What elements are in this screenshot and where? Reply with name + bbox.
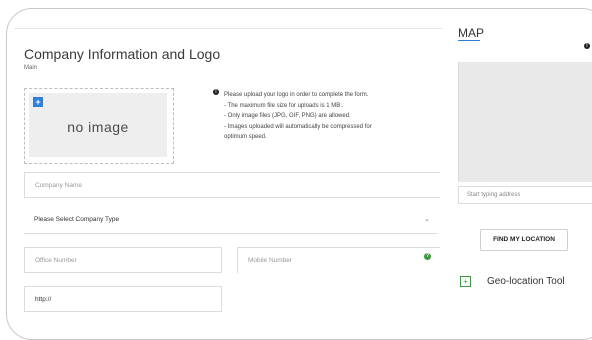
- logo-upload-area[interactable]: + no image: [24, 88, 174, 164]
- info-icon[interactable]: !: [213, 89, 219, 95]
- help-line: - Only image files (JPG, GIF, PNG) are a…: [224, 113, 351, 119]
- website-input[interactable]: http://: [24, 286, 222, 312]
- logo-preview: + no image: [29, 93, 167, 157]
- company-name-input[interactable]: Company Name: [24, 172, 440, 198]
- divider: [14, 28, 442, 29]
- upload-help-text: Please upload your logo in order to comp…: [224, 90, 444, 143]
- map-canvas[interactable]: [458, 62, 592, 182]
- map-title: MAP: [458, 26, 485, 40]
- company-type-label: Please Select Company Type: [34, 216, 120, 223]
- help-icon[interactable]: ?: [424, 253, 431, 260]
- info-icon[interactable]: !: [584, 43, 590, 49]
- page-subtitle: Main: [24, 65, 38, 71]
- plus-icon[interactable]: +: [460, 276, 471, 287]
- help-line: Please upload your logo in order to comp…: [224, 92, 369, 98]
- help-line: optimum speed.: [224, 134, 267, 140]
- no-image-placeholder: no image: [67, 119, 129, 135]
- address-input[interactable]: Start typing address: [458, 186, 592, 204]
- page-title: Company Information and Logo: [24, 46, 221, 62]
- geo-location-tool-label[interactable]: Geo-location Tool: [487, 276, 565, 287]
- plus-icon[interactable]: +: [33, 97, 43, 107]
- company-type-select[interactable]: Please Select Company Type ⌄: [24, 207, 438, 234]
- chevron-down-icon: ⌄: [424, 216, 430, 223]
- help-line: - The maximum file size for uploads is 1…: [224, 102, 344, 109]
- map-title-underline: [458, 40, 480, 41]
- help-line: - Images uploaded will automatically be …: [224, 123, 372, 130]
- find-location-button[interactable]: FIND MY LOCATION: [480, 229, 568, 251]
- office-number-input[interactable]: Office Number: [24, 247, 222, 273]
- mobile-number-input[interactable]: Mobile Number: [237, 247, 440, 273]
